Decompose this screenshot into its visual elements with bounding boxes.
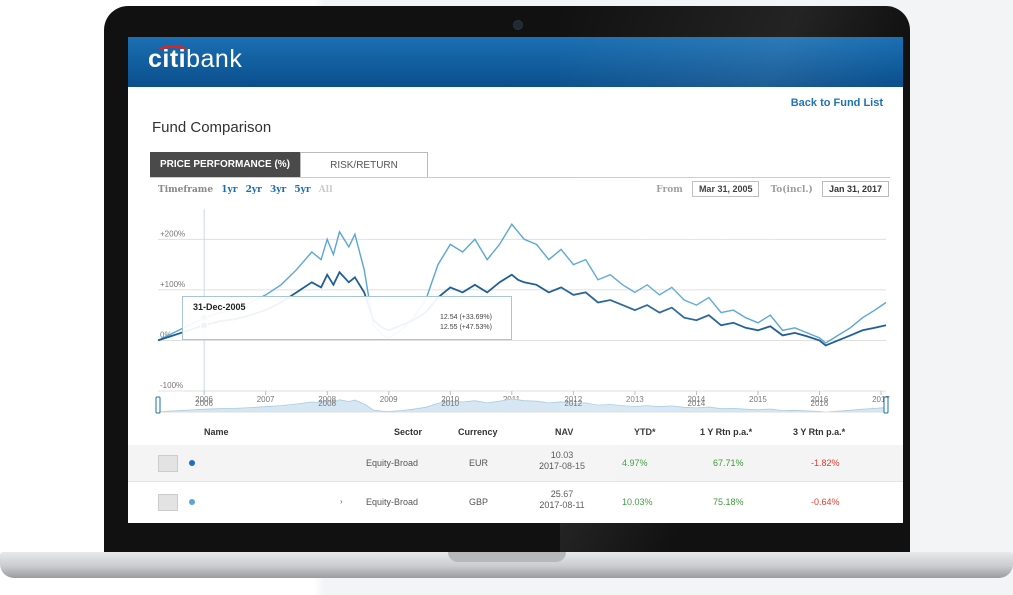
series-dot-icon [189, 499, 195, 505]
row-currency: GBP [469, 497, 489, 507]
timeframe-all[interactable]: All [319, 185, 333, 195]
navigator-tick-label: 2016 [810, 399, 829, 408]
date-range: From Mar 31, 2005 To(incl.) Jan 31, 2017 [656, 181, 889, 197]
header-nav[interactable]: NAV [555, 427, 573, 437]
browser-screen: citibank Back to Fund List Fund Comparis… [128, 37, 903, 523]
row-nav-value: 10.03 [550, 450, 574, 460]
row-1y-return: 67.71% [713, 458, 744, 468]
chart-tooltip: 31-Dec-2005 12.54 (+33.69%) 12.55 (+47.5… [182, 296, 512, 340]
back-to-fund-list-link[interactable]: Back to Fund List [791, 97, 883, 109]
row-3y-return: -1.82% [811, 458, 840, 468]
from-label: From [656, 185, 683, 195]
header-currency[interactable]: Currency [458, 427, 498, 437]
timeframe-2yr[interactable]: 2yr [246, 185, 262, 195]
row-1y-return: 75.18% [713, 497, 744, 507]
header-sector[interactable]: Sector [394, 427, 422, 437]
navigator-tick-label: 2014 [687, 399, 706, 408]
navigator-tick-label: 2012 [564, 399, 583, 408]
citibank-logo[interactable]: citibank [148, 45, 242, 74]
timeframe-1yr[interactable]: 1yr [221, 185, 237, 195]
row-sector: Equity-Broad [366, 497, 419, 507]
row-nav-value: 25.67 [550, 489, 574, 499]
timeframe-label: Timeframe [158, 185, 214, 195]
logo-bank: bank [186, 45, 243, 73]
row-nav: 10.03 2017-08-15 [527, 450, 597, 472]
navigator-tick-label: 2008 [318, 399, 337, 408]
navigator-ticks: 2006 2008 2010 2012 2014 2016 [150, 399, 890, 411]
row-arrow-icon: › [340, 497, 343, 506]
row-currency: EUR [469, 458, 489, 468]
tab-price-performance[interactable]: PRICE PERFORMANCE (%) [150, 152, 300, 177]
row-checkbox[interactable] [158, 455, 178, 472]
row-ytd: 4.97% [622, 458, 648, 468]
series-dot-icon [189, 460, 195, 466]
row-nav-date: 2017-08-15 [538, 461, 586, 471]
y-tick-label: +200% [160, 229, 185, 238]
timeframe-5yr[interactable]: 5yr [294, 185, 310, 195]
tooltip-value-1: 12.54 (+33.69%) [440, 314, 492, 321]
tooltip-date: 31-Dec-2005 [193, 302, 246, 312]
row-sector: Equity-Broad [366, 458, 419, 468]
webcam-icon [513, 20, 523, 30]
row-nav: 25.67 2017-08-11 [527, 489, 597, 511]
row-3y-return: -0.64% [811, 497, 840, 507]
timeframe-selector: Timeframe 1yr 2yr 3yr 5yr All [158, 185, 338, 195]
page-title: Fund Comparison [152, 119, 272, 136]
laptop-notch [448, 552, 566, 562]
to-label: To(incl.) [770, 185, 813, 195]
header-1y-return[interactable]: 1 Y Rtn p.a.* [700, 427, 752, 437]
tab-divider [150, 177, 890, 178]
table-header: Name Sector Currency NAV YTD* 1 Y Rtn p.… [128, 422, 903, 444]
navigator-tick-label: 2010 [441, 399, 460, 408]
to-date-input[interactable]: Jan 31, 2017 [821, 181, 889, 197]
logo-citi: citi [148, 45, 187, 73]
y-tick-label: +100% [160, 280, 185, 289]
row-checkbox[interactable] [158, 494, 178, 511]
timeframe-3yr[interactable]: 3yr [270, 185, 286, 195]
row-ytd: 10.03% [622, 497, 653, 507]
site-header: citibank [128, 37, 903, 87]
header-ytd[interactable]: YTD* [634, 427, 656, 437]
table-row[interactable]: Equity-Broad EUR 10.03 2017-08-15 4.97% … [128, 445, 903, 481]
row-nav-date: 2017-08-11 [539, 500, 585, 510]
tab-risk-return[interactable]: RISK/RETURN [300, 152, 428, 177]
y-tick-label: -100% [160, 381, 183, 390]
row-divider [128, 481, 903, 482]
navigator-tick-label: 2006 [195, 399, 213, 408]
tooltip-value-2: 12.55 (+47.53%) [440, 324, 492, 331]
from-date-input[interactable]: Mar 31, 2005 [691, 181, 760, 197]
header-3y-return[interactable]: 3 Y Rtn p.a.* [793, 427, 845, 437]
table-row[interactable]: › Equity-Broad GBP 25.67 2017-08-11 10.0… [128, 484, 903, 520]
header-name[interactable]: Name [204, 427, 229, 437]
